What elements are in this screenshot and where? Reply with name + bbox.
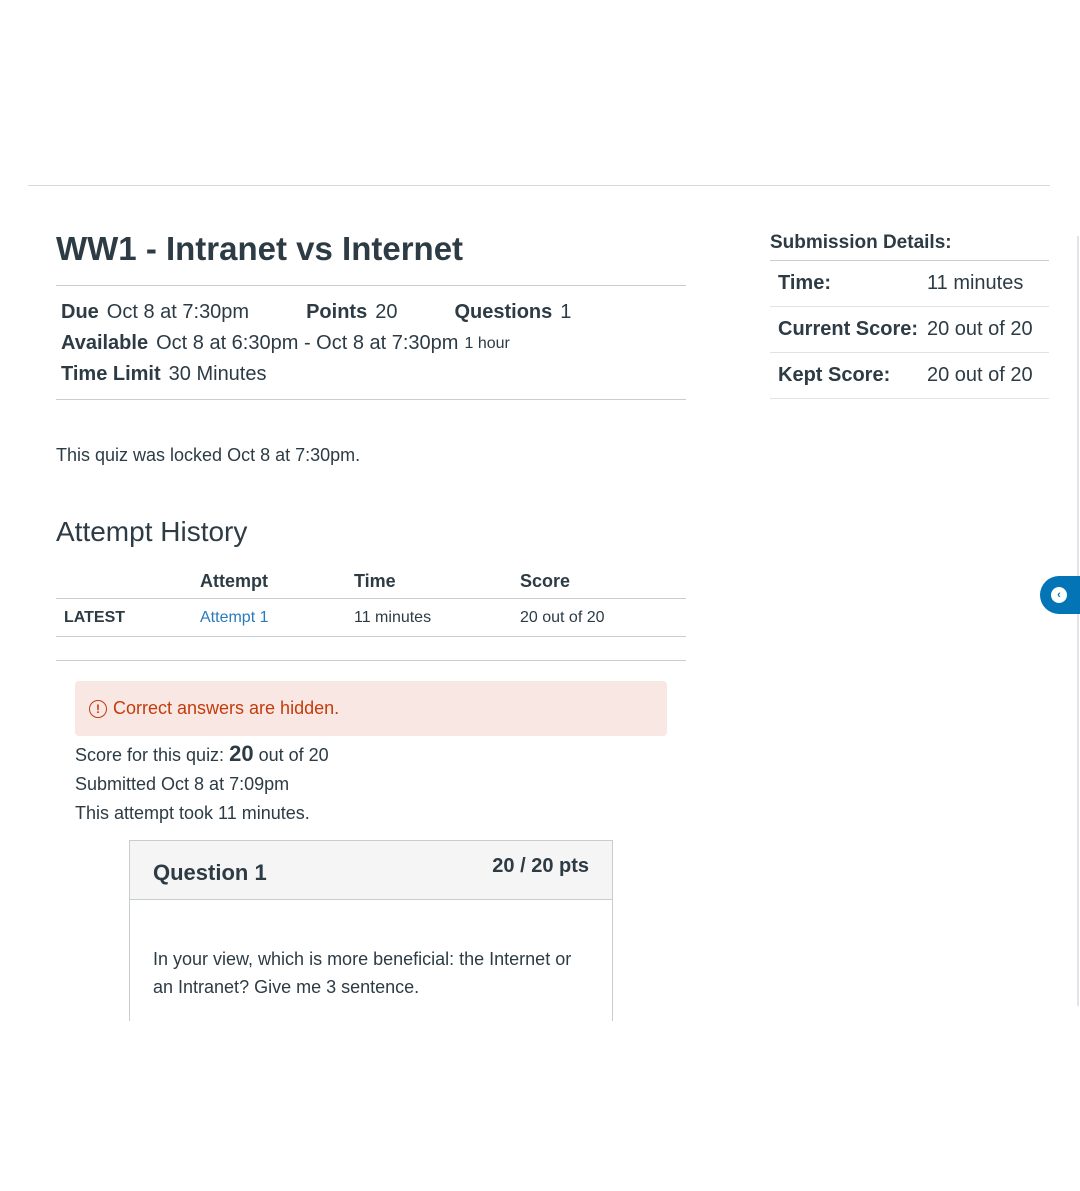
detail-label-time: Time: [770, 261, 927, 307]
due-info: Due Oct 8 at 7:30pm [61, 297, 249, 328]
attempt-score: 20 out of 20 [520, 598, 686, 637]
due-label: Due [61, 301, 99, 323]
detail-value-kept-score: 20 out of 20 [927, 352, 1049, 399]
header-divider [28, 185, 1050, 186]
question-points: 20 / 20 pts [492, 855, 589, 877]
quiz-meta: Due Oct 8 at 7:30pm Points 20 Questions … [61, 297, 686, 390]
points-info: Points 20 [306, 297, 397, 328]
locked-message: This quiz was locked Oct 8 at 7:30pm. [56, 445, 361, 465]
column-header-tag [56, 564, 200, 599]
question-title: Question 1 [153, 860, 267, 885]
questions-value: 1 [560, 301, 572, 323]
column-header-time: Time [354, 564, 520, 599]
chat-bubble-icon: ‹ [1051, 587, 1067, 603]
submission-details-panel: Submission Details: Time: 11 minutes Cur… [770, 230, 1049, 399]
alert-text: Correct answers are hidden. [113, 698, 340, 718]
available-value: Oct 8 at 6:30pm - Oct 8 at 7:30pm [156, 332, 459, 354]
submission-details-table: Time: 11 minutes Current Score: 20 out o… [770, 261, 1049, 399]
quiz-score-line: Score for this quiz: 20 out of 20 [75, 739, 329, 770]
floating-help-button[interactable]: ‹ [1040, 576, 1080, 614]
correct-answers-hidden-alert: ! Correct answers are hidden. [75, 681, 667, 736]
submitted-line: Submitted Oct 8 at 7:09pm [75, 774, 290, 794]
time-limit-info: Time Limit 30 Minutes [61, 359, 686, 390]
warning-circle-icon: ! [89, 699, 107, 718]
available-duration: 1 hour [464, 335, 510, 352]
detail-value-time: 11 minutes [927, 261, 1049, 307]
history-divider [56, 660, 686, 661]
attempt-time: 11 minutes [354, 598, 520, 637]
column-header-score: Score [520, 564, 686, 599]
submission-details-heading: Submission Details: [770, 230, 1049, 261]
time-limit-label: Time Limit [61, 363, 161, 385]
quiz-title: WW1 - Intranet vs Internet [56, 230, 464, 267]
column-header-attempt: Attempt [200, 564, 354, 599]
questions-info: Questions 1 [454, 297, 571, 328]
detail-label-kept-score: Kept Score: [770, 352, 927, 399]
attempt-history-table: Attempt Time Score LATEST Attempt 1 11 m… [56, 564, 686, 637]
question-header: Question 1 20 / 20 pts [130, 841, 612, 900]
score-suffix: out of 20 [258, 745, 329, 765]
score-prefix: Score for this quiz: [75, 745, 225, 765]
result-summary: Score for this quiz: 20 out of 20 Submit… [75, 739, 329, 828]
points-label: Points [306, 301, 368, 323]
points-value: 20 [375, 301, 398, 323]
available-label: Available [61, 332, 149, 354]
question-text: In your view, which is more beneficial: … [153, 949, 572, 997]
meta-divider [56, 399, 686, 400]
attempt-history-heading: Attempt History [56, 516, 248, 547]
time-limit-value: 30 Minutes [168, 363, 267, 385]
title-divider [56, 285, 686, 286]
scrollbar-track[interactable] [1077, 236, 1079, 1006]
detail-value-current-score: 20 out of 20 [927, 306, 1049, 353]
question-card: Question 1 20 / 20 pts In your view, whi… [129, 840, 613, 1021]
attempt-link[interactable]: Attempt 1 [200, 609, 268, 626]
score-value: 20 [229, 741, 254, 766]
table-header-row: Attempt Time Score [56, 564, 686, 599]
due-value: Oct 8 at 7:30pm [106, 301, 250, 323]
questions-label: Questions [454, 301, 553, 323]
available-info: Available Oct 8 at 6:30pm - Oct 8 at 7:3… [61, 328, 686, 359]
detail-label-current-score: Current Score: [770, 306, 927, 353]
table-row: Kept Score: 20 out of 20 [770, 352, 1049, 399]
table-row: Time: 11 minutes [770, 261, 1049, 307]
table-row: Current Score: 20 out of 20 [770, 306, 1049, 353]
table-row: LATEST Attempt 1 11 minutes 20 out of 20 [56, 598, 686, 637]
latest-tag: LATEST [56, 598, 200, 637]
duration-line: This attempt took 11 minutes. [75, 803, 310, 823]
